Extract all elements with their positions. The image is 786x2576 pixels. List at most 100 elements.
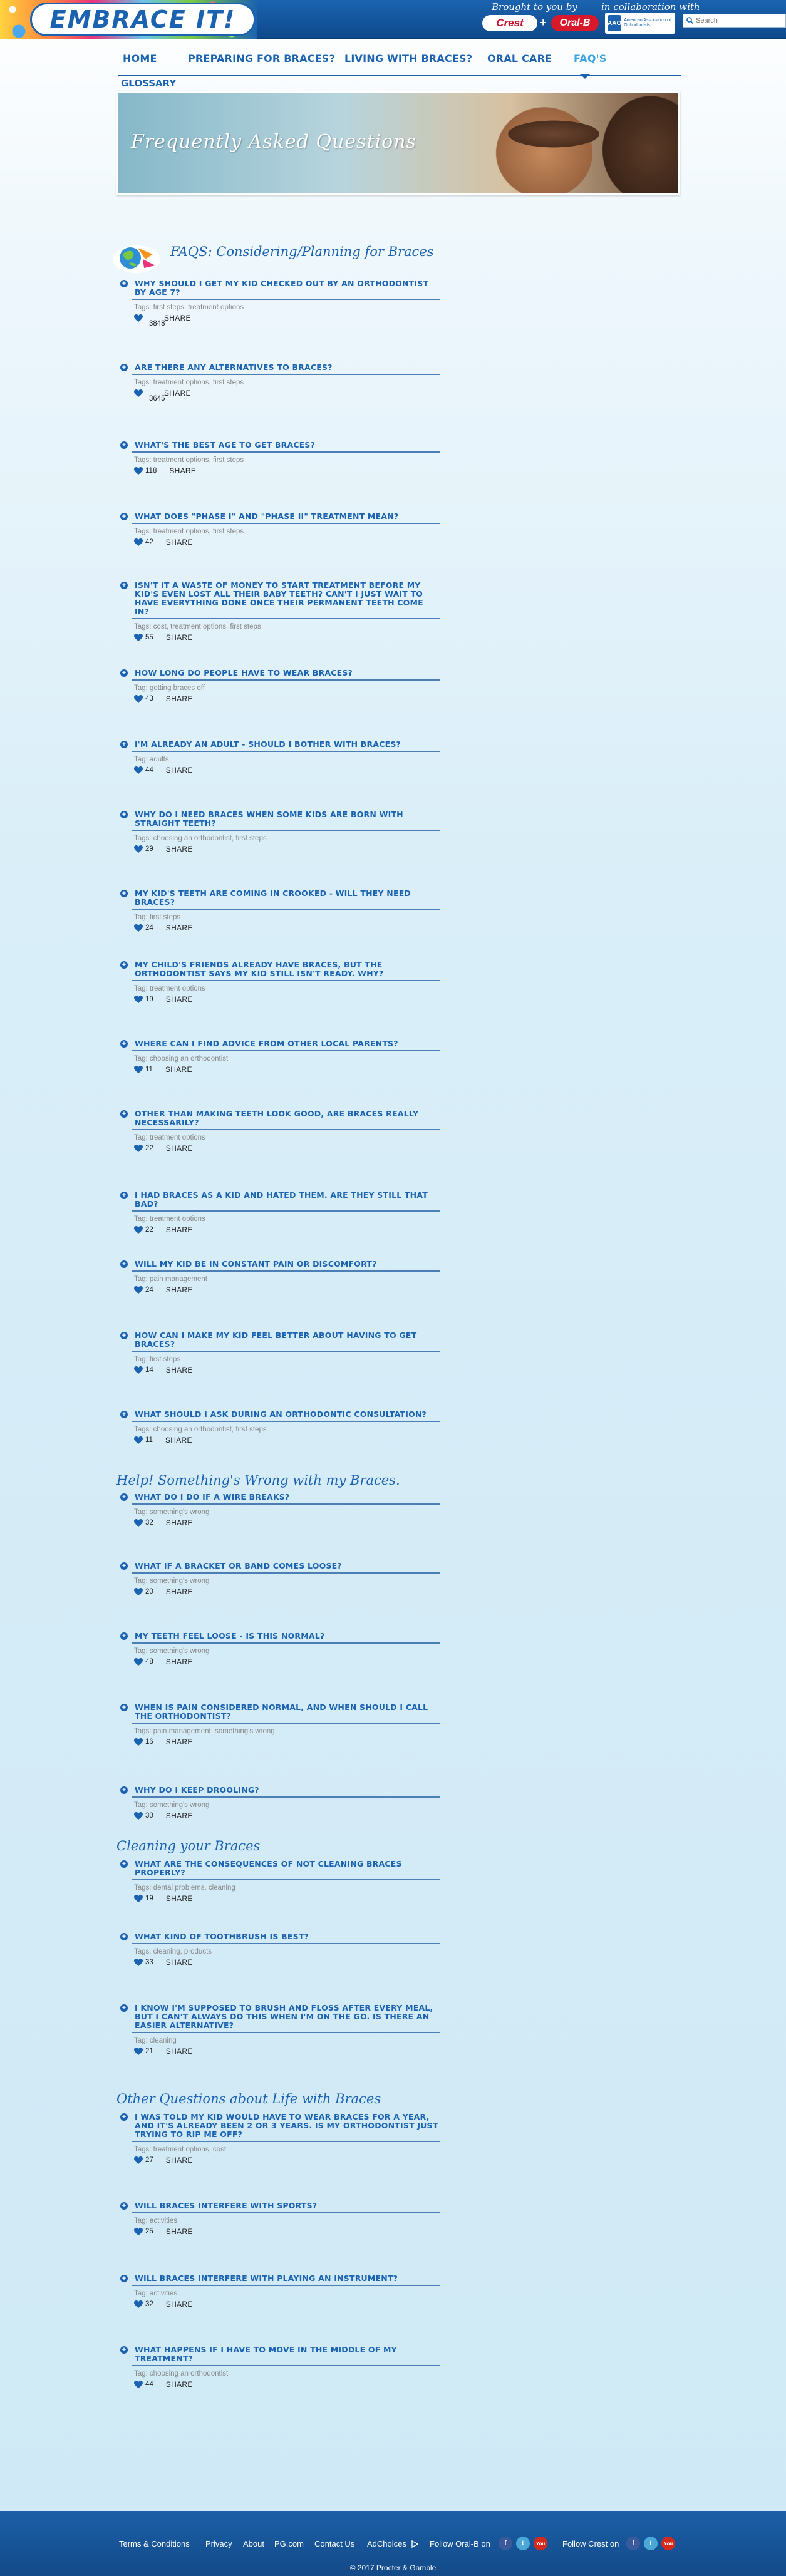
faq-question[interactable]: WILL BRACES INTERFERE WITH PLAYING AN IN… [135, 2274, 398, 2283]
share-button[interactable]: SHARE [166, 694, 193, 703]
faq-question[interactable]: WHAT ARE THE CONSEQUENCES OF NOT CLEANIN… [135, 1860, 440, 1877]
share-button[interactable]: SHARE [166, 766, 193, 775]
heart-icon[interactable] [134, 1366, 143, 1374]
heart-icon[interactable] [134, 845, 143, 853]
nav-home[interactable]: HOME [123, 53, 157, 64]
heart-icon[interactable] [134, 694, 143, 703]
plus-icon[interactable]: + [120, 1786, 128, 1794]
embrace-it-logo[interactable]: EMBRACE IT! [30, 3, 256, 36]
plus-icon[interactable]: + [120, 441, 128, 449]
plus-icon[interactable]: + [120, 364, 128, 371]
plus-icon[interactable]: + [120, 811, 128, 818]
faq-question-row[interactable]: + HOW CAN I MAKE MY KID FEEL BETTER ABOUT… [120, 1331, 440, 1349]
faq-question-row[interactable]: + WILL BRACES INTERFERE WITH PLAYING AN I… [120, 2274, 440, 2283]
heart-icon[interactable] [134, 2227, 143, 2236]
faq-question-row[interactable]: + WHERE CAN I FIND ADVICE FROM OTHER LOCA… [120, 1039, 440, 1048]
heart-icon[interactable] [134, 389, 143, 398]
faq-question[interactable]: WHY DO I NEED BRACES WHEN SOME KIDS ARE … [135, 810, 440, 828]
oralb-logo[interactable]: Oral-B [551, 15, 599, 31]
faq-question[interactable]: I WAS TOLD MY KID WOULD HAVE TO WEAR BRA… [135, 2113, 440, 2139]
faq-question[interactable]: WHEN IS PAIN CONSIDERED NORMAL, AND WHEN… [135, 1703, 440, 1721]
heart-icon[interactable] [134, 1738, 143, 1746]
share-button[interactable]: SHARE [166, 2047, 193, 2056]
faq-question[interactable]: WHAT HAPPENS IF I HAVE TO MOVE IN THE MI… [135, 2346, 440, 2363]
share-button[interactable]: SHARE [166, 1587, 193, 1596]
aao-logo[interactable]: AAO American Association of Orthodontist… [605, 13, 675, 34]
share-button[interactable]: SHARE [166, 1518, 193, 1527]
faq-question[interactable]: WHAT DOES "PHASE I" AND "PHASE II" TREAT… [135, 512, 398, 521]
heart-icon[interactable] [134, 1518, 143, 1527]
heart-icon[interactable] [134, 1225, 143, 1234]
faq-question-row[interactable]: + WHAT SHOULD I ASK DURING AN ORTHODONTIC… [120, 1410, 440, 1419]
faq-question-row[interactable]: + WHEN IS PAIN CONSIDERED NORMAL, AND WHE… [120, 1703, 440, 1721]
faq-question[interactable]: MY CHILD'S FRIENDS ALREADY HAVE BRACES, … [135, 961, 440, 978]
share-button[interactable]: SHARE [166, 1225, 193, 1234]
faq-question[interactable]: WHAT KIND OF TOOTHBRUSH IS BEST? [135, 1932, 309, 1941]
plus-icon[interactable]: + [120, 1192, 128, 1199]
faq-question[interactable]: ARE THERE ANY ALTERNATIVES TO BRACES? [135, 363, 333, 372]
twitter-icon[interactable]: t [644, 2537, 658, 2550]
faq-question-row[interactable]: + HOW LONG DO PEOPLE HAVE TO WEAR BRACES? [120, 669, 440, 677]
share-button[interactable]: SHARE [169, 466, 196, 475]
faq-question[interactable]: WHAT SHOULD I ASK DURING AN ORTHODONTIC … [135, 1410, 427, 1419]
faq-question-row[interactable]: + WILL MY KID BE IN CONSTANT PAIN OR DISC… [120, 1260, 440, 1269]
share-button[interactable]: SHARE [166, 633, 193, 642]
plus-icon[interactable]: + [120, 890, 128, 897]
heart-icon[interactable] [134, 995, 143, 1004]
footer-link-adchoices[interactable]: AdChoices [367, 2539, 406, 2548]
share-button[interactable]: SHARE [166, 2227, 193, 2236]
share-button[interactable]: SHARE [166, 2156, 193, 2165]
search-input[interactable] [696, 17, 783, 24]
faq-question-row[interactable]: + ISN'T IT A WASTE OF MONEY TO START TREA… [120, 581, 440, 616]
facebook-icon[interactable]: f [499, 2537, 512, 2550]
nav-living-with-braces[interactable]: LIVING WITH BRACES? [344, 53, 472, 64]
heart-icon[interactable] [134, 1144, 143, 1153]
youtube-icon[interactable]: You [661, 2537, 675, 2550]
footer-link-pg[interactable]: PG.com [274, 2539, 304, 2548]
faq-question[interactable]: OTHER THAN MAKING TEETH LOOK GOOD, ARE B… [135, 1110, 440, 1127]
plus-icon[interactable]: + [120, 2113, 128, 2121]
faq-question-row[interactable]: + WHAT'S THE BEST AGE TO GET BRACES? [120, 441, 440, 450]
nav-glossary[interactable]: GLOSSARY [121, 78, 176, 89]
share-button[interactable]: SHARE [166, 1144, 193, 1153]
faq-question-row[interactable]: + WHY DO I NEED BRACES WHEN SOME KIDS ARE… [120, 810, 440, 828]
plus-icon[interactable]: + [120, 1040, 128, 1048]
faq-question[interactable]: WHAT DO I DO IF A WIRE BREAKS? [135, 1493, 289, 1502]
share-button[interactable]: SHARE [166, 1811, 193, 1820]
footer-link-privacy[interactable]: Privacy [205, 2539, 232, 2548]
share-button[interactable]: SHARE [166, 924, 193, 932]
plus-icon[interactable]: + [120, 1332, 128, 1339]
share-button[interactable]: SHARE [165, 1065, 192, 1074]
faq-question[interactable]: HOW LONG DO PEOPLE HAVE TO WEAR BRACES? [135, 669, 353, 677]
faq-question-row[interactable]: + I WAS TOLD MY KID WOULD HAVE TO WEAR BR… [120, 2113, 440, 2139]
heart-icon[interactable] [134, 2300, 143, 2309]
plus-icon[interactable]: + [120, 669, 128, 677]
youtube-icon[interactable]: You [534, 2537, 547, 2550]
heart-icon[interactable] [134, 1657, 143, 1666]
faq-question[interactable]: MY TEETH FEEL LOOSE - IS THIS NORMAL? [135, 1632, 324, 1641]
faq-question-row[interactable]: + WHAT HAPPENS IF I HAVE TO MOVE IN THE M… [120, 2346, 440, 2363]
search-icon[interactable] [683, 16, 696, 26]
plus-icon[interactable]: + [120, 2346, 128, 2354]
heart-icon[interactable] [134, 2156, 143, 2165]
faq-question[interactable]: I'M ALREADY AN ADULT - SHOULD I BOTHER W… [135, 740, 401, 749]
faq-question[interactable]: I KNOW I'M SUPPOSED TO BRUSH AND FLOSS A… [135, 2004, 440, 2030]
faq-question[interactable]: WHY DO I KEEP DROOLING? [135, 1786, 259, 1795]
share-button[interactable]: SHARE [166, 995, 193, 1004]
heart-icon[interactable] [134, 538, 143, 547]
faq-question-row[interactable]: + MY CHILD'S FRIENDS ALREADY HAVE BRACES,… [120, 961, 440, 978]
faq-question-row[interactable]: + ARE THERE ANY ALTERNATIVES TO BRACES? [120, 363, 440, 372]
plus-icon[interactable]: + [120, 280, 128, 287]
heart-icon[interactable] [134, 466, 143, 475]
nav-faqs[interactable]: FAQ'S [574, 53, 607, 64]
heart-icon[interactable] [134, 1587, 143, 1596]
footer-link-about[interactable]: About [243, 2539, 264, 2548]
nav-oral-care[interactable]: ORAL CARE [487, 53, 552, 64]
footer-link-contact[interactable]: Contact Us [314, 2539, 354, 2548]
footer-link-terms[interactable]: Terms & Conditions [119, 2539, 190, 2548]
heart-icon[interactable] [134, 1285, 143, 1294]
share-button[interactable]: SHARE [166, 1738, 193, 1746]
nav-preparing-for-braces[interactable]: PREPARING FOR BRACES? [188, 53, 335, 64]
share-button[interactable]: SHARE [166, 1958, 193, 1967]
faq-question-row[interactable]: + OTHER THAN MAKING TEETH LOOK GOOD, ARE … [120, 1110, 440, 1127]
